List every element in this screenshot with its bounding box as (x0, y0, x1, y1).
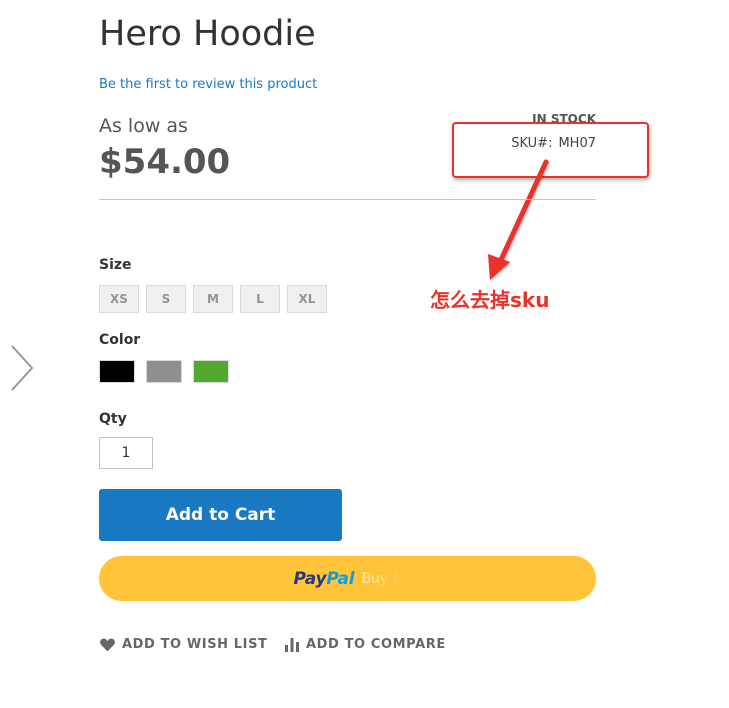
color-options (99, 360, 229, 383)
product-title: Hero Hoodie (99, 14, 316, 54)
paypal-logo-pay: Pay (293, 568, 327, 589)
compare-chart-icon (285, 638, 299, 652)
add-to-compare-link[interactable]: ADD TO COMPARE (284, 637, 446, 652)
annotation-arrow-icon (488, 159, 549, 280)
previous-arrow-icon[interactable] (8, 343, 36, 397)
size-option-m[interactable]: M (193, 285, 233, 313)
add-to-wish-list-link[interactable]: ADD TO WISH LIST (99, 637, 268, 652)
color-swatch-green[interactable] (193, 360, 229, 383)
wish-list-label: ADD TO WISH LIST (122, 637, 268, 652)
color-label: Color (99, 332, 141, 348)
size-option-l[interactable]: L (240, 285, 280, 313)
compare-label: ADD TO COMPARE (306, 637, 446, 652)
add-to-cart-button[interactable]: Add to Cart (99, 489, 342, 541)
heart-icon (100, 638, 115, 652)
paypal-logo: PayPal (294, 569, 355, 589)
color-swatch-black[interactable] (99, 360, 135, 383)
qty-input[interactable] (99, 437, 153, 469)
paypal-button[interactable]: PayPal Buy N (99, 556, 596, 601)
paypal-button-text: Buy N (361, 570, 402, 587)
paypal-logo-pal: Pal (326, 568, 355, 589)
product-price: $54.00 (99, 142, 231, 182)
size-options: XS S M L XL (99, 285, 327, 313)
size-option-xs[interactable]: XS (99, 285, 139, 313)
qty-label: Qty (99, 411, 127, 427)
review-link[interactable]: Be the first to review this product (99, 77, 317, 92)
size-option-s[interactable]: S (146, 285, 186, 313)
size-option-xl[interactable]: XL (287, 285, 327, 313)
divider (99, 199, 596, 200)
size-label: Size (99, 257, 132, 273)
price-prefix: As low as (99, 115, 188, 137)
annotation-text: 怎么去掉sku (430, 288, 550, 312)
color-swatch-gray[interactable] (146, 360, 182, 383)
